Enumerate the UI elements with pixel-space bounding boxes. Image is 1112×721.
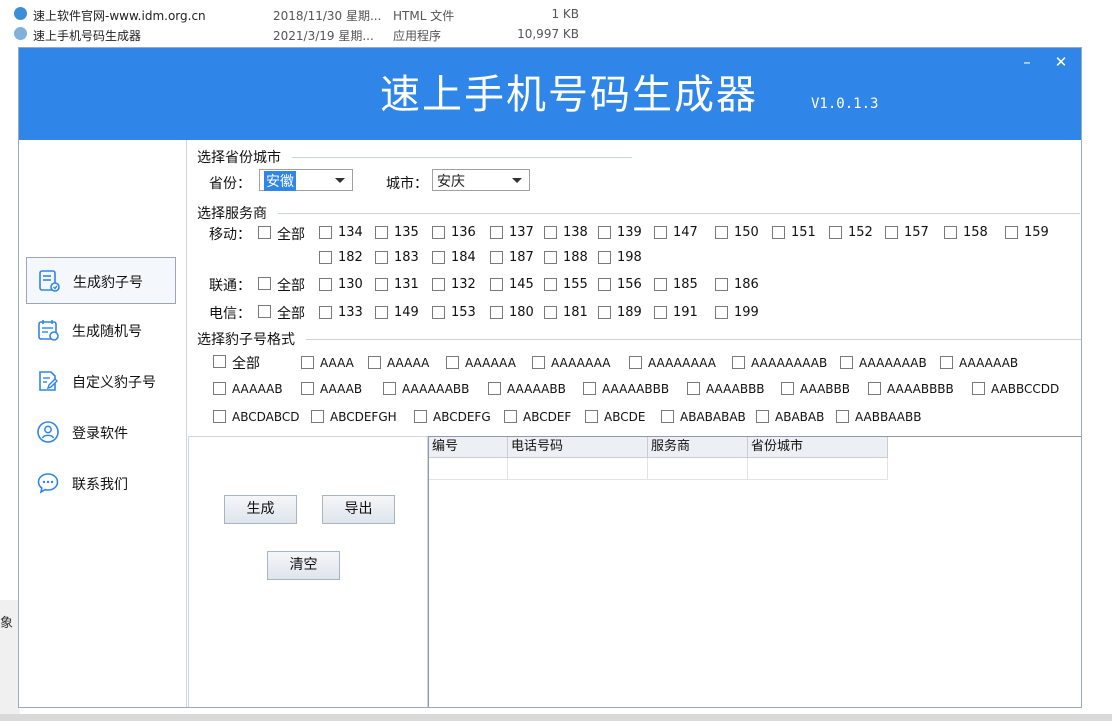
table-cell[interactable] xyxy=(748,458,888,480)
sidebar-item-label: 生成豹子号 xyxy=(73,275,143,291)
app-title: 速上手机号码生成器 xyxy=(380,72,758,118)
region-section-title: 选择省份城市 xyxy=(197,150,281,166)
action-panel: 生成 导出 清空 xyxy=(188,436,428,707)
chevron-down-icon xyxy=(512,178,522,183)
taskbar-strip xyxy=(0,714,1112,721)
app-file-icon xyxy=(14,27,27,40)
results-table[interactable]: 编号 电话号码 服务商 省份城市 xyxy=(428,436,1081,707)
sidebar-item-custom-leopard[interactable]: 自定义豹子号 xyxy=(26,358,176,405)
file-date: 2021/3/19 星期... xyxy=(273,29,374,43)
province-label: 省份： xyxy=(209,176,251,192)
mobile-label: 移动： xyxy=(209,227,251,243)
province-value: 安徽 xyxy=(264,171,296,191)
explorer-side-label: 象 xyxy=(0,616,14,631)
app-version: V1.0.1.3 xyxy=(811,96,879,112)
file-type: 应用程序 xyxy=(393,29,442,43)
table-cell[interactable] xyxy=(508,458,648,480)
sidebar-item-login[interactable]: 登录软件 xyxy=(26,409,176,456)
table-cell[interactable] xyxy=(648,458,748,480)
generate-button[interactable]: 生成 xyxy=(224,495,297,524)
column-header-carrier[interactable]: 服务商 xyxy=(648,437,748,458)
settings-panel: 选择省份城市 省份： 安徽 城市： 安庆 选择服务商 移动： 全部 134 13… xyxy=(188,140,1081,436)
sidebar-item-label: 登录软件 xyxy=(72,426,128,442)
sidebar-item-generate-random[interactable]: 生成随机号 xyxy=(26,307,176,354)
explorer-file-row[interactable]: 速上手机号码生成器 2021/3/19 星期... 应用程序 10,997 KB xyxy=(0,24,1112,44)
user-icon xyxy=(37,421,59,443)
edit-document-icon xyxy=(39,371,58,391)
export-button[interactable]: 导出 xyxy=(322,495,395,524)
city-label: 城市： xyxy=(386,176,428,192)
carrier-section-title: 选择服务商 xyxy=(197,206,267,222)
explorer-file-row[interactable]: 速上软件官网-www.idm.org.cn 2018/11/30 星期... H… xyxy=(0,4,1112,24)
table-cell[interactable] xyxy=(429,458,508,480)
telecom-label: 电信： xyxy=(209,306,251,322)
sidebar-item-label: 自定义豹子号 xyxy=(72,375,156,391)
file-size: 1 KB xyxy=(551,7,579,21)
city-value: 安庆 xyxy=(437,174,465,190)
sidebar-item-label: 联系我们 xyxy=(72,477,128,493)
sidebar-item-label: 生成随机号 xyxy=(72,324,142,340)
sidebar-item-contact[interactable]: 联系我们 xyxy=(26,460,176,507)
document-list-icon xyxy=(39,270,60,292)
minimize-button[interactable]: – xyxy=(1015,52,1039,72)
sidebar-item-generate-leopard[interactable]: 生成豹子号 xyxy=(26,257,176,304)
section-divider xyxy=(278,213,1080,214)
city-select[interactable]: 安庆 xyxy=(432,169,530,191)
html-file-icon xyxy=(14,7,27,20)
file-size: 10,997 KB xyxy=(517,27,579,41)
column-header-id[interactable]: 编号 xyxy=(429,437,508,458)
chat-bubble-icon xyxy=(37,473,59,494)
file-type: HTML 文件 xyxy=(393,9,455,23)
file-name: 速上软件官网-www.idm.org.cn xyxy=(33,9,206,23)
file-name: 速上手机号码生成器 xyxy=(33,29,142,43)
app-window: 速上手机号码生成器 V1.0.1.3 – ✕ 生成豹子号 生成随机号 自定义豹子… xyxy=(18,47,1082,708)
chevron-down-icon xyxy=(335,178,345,183)
close-button[interactable]: ✕ xyxy=(1049,52,1073,72)
clear-button[interactable]: 清空 xyxy=(267,551,340,580)
format-section-title: 选择豹子号格式 xyxy=(197,332,295,348)
column-header-region[interactable]: 省份城市 xyxy=(748,437,888,458)
sidebar: 生成豹子号 生成随机号 自定义豹子号 登录软件 联系我们 xyxy=(19,140,187,707)
province-select[interactable]: 安徽 xyxy=(259,169,353,191)
unicom-label: 联通： xyxy=(209,278,251,294)
section-divider xyxy=(292,157,632,158)
calendar-icon xyxy=(38,320,59,341)
title-bar: 速上手机号码生成器 V1.0.1.3 – ✕ xyxy=(19,48,1081,140)
column-header-phone[interactable]: 电话号码 xyxy=(508,437,648,458)
file-date: 2018/11/30 星期... xyxy=(273,9,382,23)
section-divider xyxy=(306,339,1081,340)
